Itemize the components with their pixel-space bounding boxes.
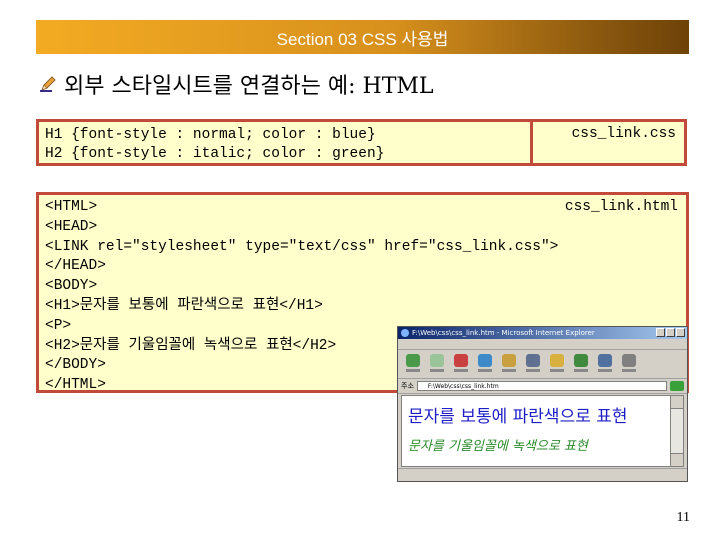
maximize-icon[interactable] (666, 328, 675, 337)
html-line: <LINK rel="stylesheet" type="text/css" h… (45, 238, 559, 255)
slide-heading: 외부 스타일시트를 연결하는 예: HTML (40, 68, 434, 100)
css-code-box: H1 {font-style : normal; color : blue} H… (36, 119, 533, 166)
address-input[interactable]: F:\Web\css\css_link.htm (416, 381, 667, 391)
html-line: <BODY> (45, 278, 98, 295)
section-header: Section 03 CSS 사용법 (36, 20, 689, 54)
print-icon[interactable] (620, 354, 638, 374)
ie-icon (401, 329, 409, 337)
browser-scrollbar[interactable] (670, 395, 684, 467)
history-icon[interactable] (572, 354, 590, 374)
heading-text: 외부 스타일시트를 연결하는 예: HTML (64, 74, 434, 99)
browser-addressbar: 주소 F:\Web\css\css_link.htm (398, 379, 687, 394)
pencil-bullet-icon (40, 76, 56, 92)
favorites-icon[interactable] (548, 354, 566, 374)
close-icon[interactable] (676, 328, 685, 337)
browser-screenshot: F:\Web\css\css_link.htm - Microsoft Inte… (397, 326, 688, 482)
back-icon[interactable] (404, 354, 422, 374)
html-filename: css_link.html (564, 199, 678, 215)
section-title: Section 03 CSS 사용법 (276, 29, 449, 49)
refresh-icon[interactable] (476, 354, 494, 374)
browser-toolbar (398, 350, 687, 379)
css-filename: css_link.css (571, 126, 676, 142)
browser-titlebar: F:\Web\css\css_link.htm - Microsoft Inte… (398, 327, 687, 339)
page-number: 11 (676, 510, 690, 525)
scroll-down-icon[interactable] (671, 453, 683, 466)
rendered-h2: 문자를 기울임꼴에 녹색으로 표현 (408, 439, 588, 454)
mail-icon[interactable] (596, 354, 614, 374)
css-filename-box: css_link.css (533, 119, 687, 166)
search-icon[interactable] (524, 354, 542, 374)
scroll-up-icon[interactable] (671, 396, 683, 409)
browser-menubar (398, 339, 687, 350)
browser-statusbar (398, 468, 687, 481)
stop-icon[interactable] (452, 354, 470, 374)
html-line: <H1>문자를 보통에 파란색으로 표현</H1> (45, 297, 323, 314)
window-buttons (656, 328, 685, 337)
minimize-icon[interactable] (656, 328, 665, 337)
rendered-h1: 문자를 보통에 파란색으로 표현 (408, 407, 628, 427)
css-line: H1 {font-style : normal; color : blue} (45, 127, 376, 143)
browser-content: 문자를 보통에 파란색으로 표현 문자를 기울임꼴에 녹색으로 표현 (401, 395, 671, 467)
address-label: 주소 (401, 382, 414, 390)
home-icon[interactable] (500, 354, 518, 374)
browser-title: F:\Web\css\css_link.htm - Microsoft Inte… (412, 329, 595, 337)
go-icon[interactable] (670, 381, 684, 391)
html-line: <HEAD> (45, 218, 98, 235)
html-line: </HEAD> (45, 258, 106, 275)
css-line: H2 {font-style : italic; color : green} (45, 146, 385, 162)
forward-icon[interactable] (428, 354, 446, 374)
